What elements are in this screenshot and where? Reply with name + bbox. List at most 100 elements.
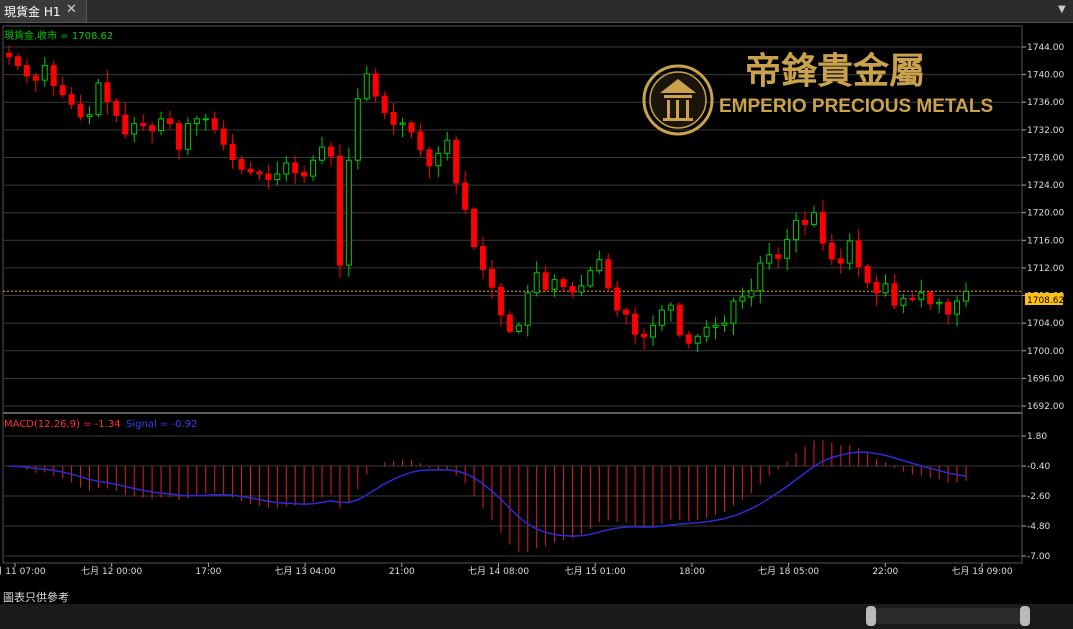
macd-y-tick-label: 1.80 (1027, 432, 1047, 442)
candle-body (587, 270, 594, 287)
chart-area[interactable]: 1744.00 1740.00 1736.00 1732.00 1728.00 1724.… (0, 23, 1073, 588)
y-tick-label: 1712.00 (1027, 264, 1064, 274)
candle-body (193, 118, 200, 125)
close-icon[interactable]: ✕ (66, 2, 77, 17)
candle-body (14, 56, 21, 67)
candle-body (882, 283, 889, 294)
y-tick-label: 1716.00 (1027, 236, 1064, 246)
candle-body (327, 146, 334, 157)
y-tick-label: 1728.00 (1027, 153, 1064, 163)
candle-body (569, 286, 576, 293)
y-tick-label: 1744.00 (1027, 43, 1064, 53)
candle-body (175, 123, 182, 150)
candle-body (426, 149, 433, 167)
candle-body (533, 272, 540, 294)
candle-body (399, 122, 406, 125)
candle-body (909, 297, 916, 301)
candle-body (658, 309, 665, 326)
scroll-range[interactable] (876, 608, 1020, 624)
x-tick-label: 七月 15 01:00 (565, 566, 626, 577)
emperio-logo: 帝鋒貴金屬 EMPERIO PRECIOUS METALS (642, 50, 993, 136)
scroll-handle-left[interactable] (866, 606, 876, 626)
candle-body (605, 259, 612, 289)
candle-body (319, 146, 326, 161)
candle-body (542, 272, 549, 290)
candle-body (819, 212, 826, 244)
y-tick-label: 1704.00 (1027, 319, 1064, 329)
candle-body (274, 173, 281, 181)
price-series-label: 現貨金.收市 = 1708.62 (4, 29, 113, 42)
y-tick-label: 1696.00 (1027, 374, 1064, 384)
candle-body (614, 287, 621, 311)
candle-body (649, 324, 656, 338)
macd-y-tick-label: -7.00 (1027, 552, 1051, 562)
macd-label: MACD(12,26,9) = -1.34 (4, 419, 121, 430)
candle-body (184, 123, 191, 150)
candle-body (802, 219, 809, 225)
y-tick-label: 1736.00 (1027, 98, 1064, 108)
y-tick-label: 1720.00 (1027, 209, 1064, 219)
macd-y-tick-label: -0.40 (1027, 462, 1051, 472)
candle-body (95, 82, 102, 116)
candle-body (918, 292, 925, 301)
candle-body (721, 322, 728, 326)
candle-body (202, 118, 209, 121)
candle-body (936, 301, 943, 305)
macd-y-tick-label: -2.60 (1027, 492, 1051, 502)
candle-body (676, 304, 683, 336)
candle-body (292, 162, 299, 174)
candle-body (336, 155, 343, 266)
candle-body (632, 313, 639, 335)
candle-body (86, 114, 93, 118)
tab-bar: 現貨金 H1 ✕ ▼ (0, 0, 1073, 23)
candle-body (256, 171, 263, 175)
disclaimer-note: 圖表只供參考 (3, 591, 69, 604)
candle-body (372, 73, 379, 97)
candle-body (390, 112, 397, 125)
candle-body (793, 219, 800, 241)
y-tick-label: 1732.00 (1027, 126, 1064, 136)
tab-gold-h1[interactable]: 現貨金 H1 ✕ (0, 0, 87, 22)
candle-body (381, 95, 388, 114)
candle-body (641, 333, 648, 338)
candle-body (50, 65, 57, 87)
candle-body (301, 172, 308, 177)
candle-body (444, 139, 451, 154)
candle-body (524, 292, 531, 326)
candle-body (417, 131, 424, 151)
chevron-down-icon[interactable]: ▼ (1058, 4, 1066, 15)
macd-y-tick-label: -4.80 (1027, 522, 1051, 532)
logo-english: EMPERIO PRECIOUS METALS (719, 96, 993, 117)
candle-body (6, 52, 12, 58)
y-tick-label: 1692.00 (1027, 402, 1064, 412)
candle-body (158, 118, 165, 132)
candle-body (247, 168, 254, 173)
candle-body (506, 314, 513, 332)
candle-body (945, 301, 952, 315)
candle-body (131, 123, 138, 135)
candle-body (480, 246, 487, 270)
candle-body (846, 240, 853, 264)
candle-body (238, 159, 245, 170)
logo-chinese: 帝鋒貴金屬 (745, 50, 925, 92)
candle-body (694, 335, 701, 344)
candle-body (166, 118, 173, 125)
candle-body (488, 268, 495, 288)
candle-body (685, 334, 692, 344)
candle-body (891, 283, 898, 306)
candle-body (623, 309, 630, 315)
x-tick-label: 七月 11 07:00 (0, 566, 46, 577)
candle-body (873, 281, 880, 294)
candle-body (435, 152, 442, 167)
x-tick-label: 21:00 (389, 567, 415, 577)
candle-body (229, 143, 236, 161)
candle-body (667, 304, 674, 311)
candle-body (265, 173, 272, 181)
candle-body (113, 101, 120, 116)
candle-body (578, 285, 585, 293)
candle-body (462, 182, 469, 210)
candle-body (32, 75, 39, 81)
candle-body (59, 85, 66, 96)
scroll-handle-right[interactable] (1020, 606, 1030, 626)
x-tick-label: 七月 18 05:00 (758, 566, 819, 577)
